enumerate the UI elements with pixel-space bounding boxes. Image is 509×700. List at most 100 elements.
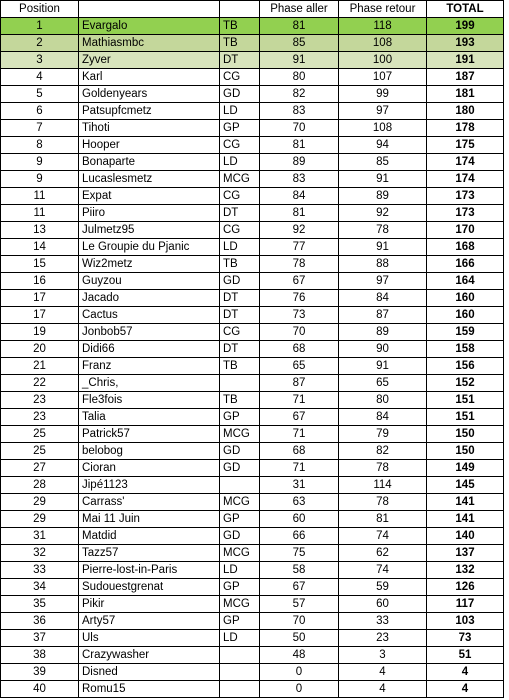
cell-phase-retour: 87 [338,306,427,324]
cell-position: 27 [0,459,79,477]
cell-poste: CG [219,221,260,239]
cell-name: Expat [78,187,220,205]
cell-poste [219,680,260,698]
cell-total: 193 [426,34,504,52]
cell-name: Romu15 [78,680,220,698]
cell-phase-aller: 0 [259,663,339,681]
cell-name: Wiz2metz [78,255,220,273]
header-total: TOTAL [426,0,504,18]
cell-total: 174 [426,153,504,171]
cell-phase-retour: 97 [338,102,427,120]
cell-poste [219,646,260,664]
cell-position: 5 [0,85,79,103]
cell-name: Lucaslesmetz [78,170,220,188]
cell-name: Jipé1123 [78,476,220,494]
table-row: 35 Pikir MCG 57 60 117 [0,595,504,613]
cell-phase-aller: 84 [259,187,339,205]
cell-name: Arty57 [78,612,220,630]
cell-phase-aller: 48 [259,646,339,664]
header-position: Position [0,0,79,18]
table-row: 36 Arty57 GP 70 33 103 [0,612,504,630]
cell-name: Tazz57 [78,544,220,562]
cell-poste: MCG [219,170,260,188]
table-row: 5 Goldenyears GD 82 99 181 [0,85,504,103]
cell-poste [219,663,260,681]
cell-phase-retour: 78 [338,459,427,477]
cell-position: 17 [0,289,79,307]
cell-total: 187 [426,68,504,86]
cell-name: Hooper [78,136,220,154]
cell-phase-aller: 67 [259,272,339,290]
cell-name: Sudouestgrenat [78,578,220,596]
cell-total: 170 [426,221,504,239]
cell-phase-retour: 81 [338,510,427,528]
header-row: Position Phase aller Phase retour TOTAL [0,0,504,18]
cell-total: 180 [426,102,504,120]
cell-poste: GP [219,612,260,630]
cell-name: Piiro [78,204,220,222]
cell-poste: CG [219,68,260,86]
cell-poste: DT [219,289,260,307]
cell-name: Zyver [78,51,220,69]
table-row: 17 Cactus DT 73 87 160 [0,306,504,324]
cell-name: Patsupfcmetz [78,102,220,120]
table-row: 11 Expat CG 84 89 173 [0,187,504,205]
cell-name: Crazywasher [78,646,220,664]
cell-poste: TB [219,357,260,375]
cell-phase-retour: 92 [338,204,427,222]
cell-phase-aller: 57 [259,595,339,613]
cell-name: Tihoti [78,119,220,137]
cell-position: 23 [0,408,79,426]
table-row: 9 Bonaparte LD 89 85 174 [0,153,504,171]
cell-poste: LD [219,102,260,120]
cell-phase-aller: 67 [259,578,339,596]
cell-name: Carrass' [78,493,220,511]
cell-phase-aller: 81 [259,17,339,35]
cell-phase-aller: 70 [259,119,339,137]
cell-phase-aller: 80 [259,68,339,86]
cell-phase-retour: 91 [338,170,427,188]
table-row: 25 belobog GD 68 82 150 [0,442,504,460]
cell-position: 11 [0,204,79,222]
cell-total: 4 [426,663,504,681]
cell-phase-retour: 107 [338,68,427,86]
cell-position: 2 [0,34,79,52]
cell-phase-retour: 89 [338,323,427,341]
cell-phase-aller: 83 [259,170,339,188]
cell-total: 140 [426,527,504,545]
table-row: 23 Fle3fois TB 71 80 151 [0,391,504,409]
cell-position: 11 [0,187,79,205]
cell-name: Karl [78,68,220,86]
table-row: 22 _Chris, 87 65 152 [0,374,504,392]
cell-poste: GP [219,510,260,528]
cell-phase-aller: 75 [259,544,339,562]
cell-position: 13 [0,221,79,239]
cell-total: 141 [426,510,504,528]
table-row: 34 Sudouestgrenat GP 67 59 126 [0,578,504,596]
cell-phase-retour: 97 [338,272,427,290]
cell-phase-aller: 71 [259,459,339,477]
cell-position: 35 [0,595,79,613]
cell-phase-aller: 66 [259,527,339,545]
cell-name: Disned [78,663,220,681]
cell-poste: LD [219,561,260,579]
cell-phase-retour: 108 [338,119,427,137]
cell-phase-retour: 99 [338,85,427,103]
cell-name: Jacado [78,289,220,307]
cell-name: Bonaparte [78,153,220,171]
cell-total: 199 [426,17,504,35]
cell-total: 159 [426,323,504,341]
cell-position: 40 [0,680,79,698]
cell-phase-aller: 31 [259,476,339,494]
cell-phase-aller: 58 [259,561,339,579]
cell-position: 36 [0,612,79,630]
cell-phase-aller: 71 [259,391,339,409]
table-row: 8 Hooper CG 81 94 175 [0,136,504,154]
table-row: 20 Didi66 DT 68 90 158 [0,340,504,358]
cell-name: Guyzou [78,272,220,290]
table-row: 29 Carrass' MCG 63 78 141 [0,493,504,511]
table-row: 25 Patrick57 MCG 71 79 150 [0,425,504,443]
cell-position: 38 [0,646,79,664]
cell-poste [219,374,260,392]
cell-poste: MCG [219,425,260,443]
